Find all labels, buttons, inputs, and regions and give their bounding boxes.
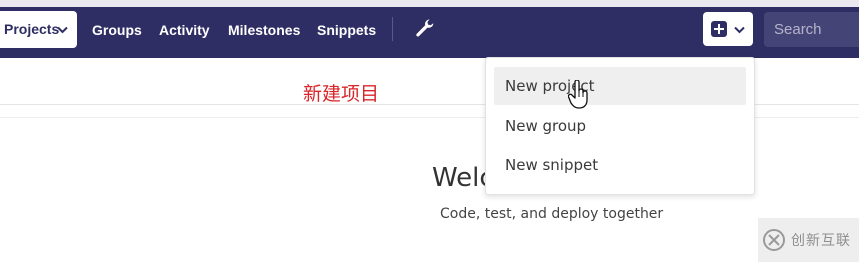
chevron-down-icon [57, 26, 68, 34]
projects-dropdown-button[interactable]: Projects [0, 11, 77, 48]
nav-link-activity[interactable]: Activity [159, 21, 210, 39]
new-item-dropdown-button[interactable] [703, 12, 753, 46]
nav-divider [392, 17, 393, 41]
brand-logo-icon [763, 229, 785, 251]
watermark: 创新互联 [758, 218, 859, 262]
menu-item-new-project[interactable]: New project [494, 67, 746, 105]
nav-link-milestones[interactable]: Milestones [228, 21, 300, 39]
watermark-text: 创新互联 [791, 233, 851, 249]
projects-label: Projects [4, 21, 60, 37]
nav-link-snippets[interactable]: Snippets [317, 21, 376, 39]
new-item-dropdown-menu: New project New group New snippet [485, 57, 755, 195]
wrench-icon[interactable] [415, 18, 435, 38]
plus-square-icon [711, 21, 727, 37]
chevron-down-icon [734, 26, 745, 34]
nav-link-groups[interactable]: Groups [92, 21, 142, 39]
search-input[interactable] [764, 12, 859, 47]
hand-pointer-icon [568, 80, 588, 109]
top-navbar: Projects Groups Activity Milestones Snip… [0, 0, 859, 58]
annotation-label: 新建项目 [303, 83, 380, 105]
browser-edge-strip [0, 0, 859, 7]
menu-item-new-snippet[interactable]: New snippet [494, 146, 746, 184]
menu-item-new-group[interactable]: New group [494, 107, 746, 145]
welcome-tagline: Code, test, and deploy together [440, 206, 664, 222]
